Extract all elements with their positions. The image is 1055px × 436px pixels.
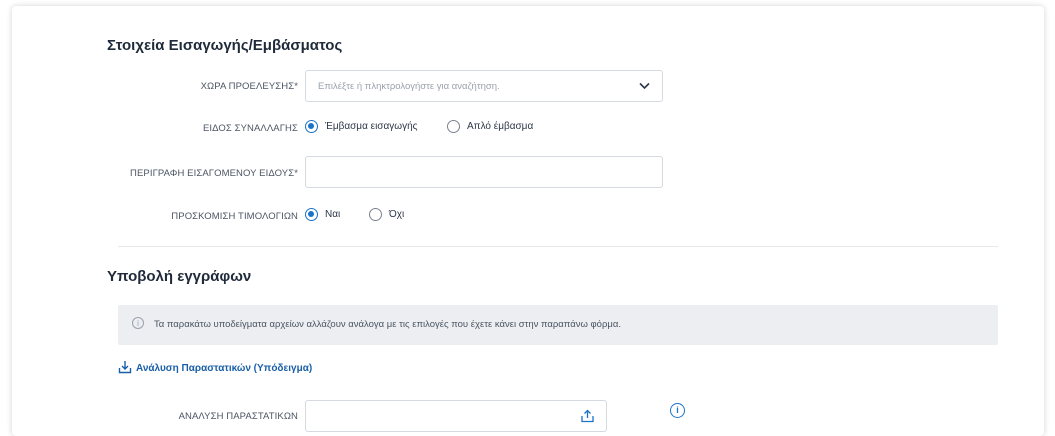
radio-selected-icon [305,120,318,133]
radio-simple-remittance[interactable]: Απλό έμβασμα [447,120,533,133]
country-placeholder: Επιλέξτε ή πληκτρολογήστε για αναζήτηση. [318,81,500,92]
radio-simple-remittance-label: Απλό έμβασμα [467,121,534,132]
template-download-link[interactable]: Ανάλυση Παραστατικών (Υπόδειγμα) [136,363,312,374]
section-divider [118,246,998,247]
radio-invoices-yes-label: Ναι [325,209,341,220]
invoices-label: ΠΡΟΣΚΟΜΙΣΗ ΤΙΜΟΛΟΓΙΩΝ [171,211,298,222]
description-label: ΠΕΡΙΓΡΑΦΗ ΕΙΣΑΓΟΜΕΝΟΥ ΕΙΔΟΥΣ* [130,168,298,179]
country-label: ΧΩΡΑ ΠΡΟΕΛΕΥΣΗΣ* [200,81,298,92]
transaction-type-label: ΕΙΔΟΣ ΣΥΝΑΛΛΑΓΗΣ [202,123,298,134]
upload-label: ΑΝΑΛΥΣΗ ΠΑΡΑΣΤΑΤΙΚΩΝ [178,411,298,422]
radio-selected-icon [305,208,318,221]
radio-invoices-no[interactable]: Όχι [369,208,404,221]
chevron-down-icon[interactable] [639,82,650,90]
radio-invoices-yes[interactable]: Ναι [305,208,340,221]
upload-input[interactable] [305,400,607,432]
section-title-import-details: Στοιχεία Εισαγωγής/Εμβάσματος [107,37,343,54]
info-banner: i Τα παρακάτω υποδείγματα αρχείων αλλάζο… [118,305,998,345]
download-icon[interactable] [118,360,132,374]
info-banner-text: Τα παρακάτω υποδείγματα αρχείων αλλάζουν… [154,319,621,330]
section-title-documents: Υποβολή εγγράφων [107,268,252,285]
radio-invoices-no-label: Όχι [389,209,405,220]
radio-import-remittance-label: Έμβασμα εισαγωγής [325,121,418,132]
info-icon: i [132,317,144,329]
radio-unselected-icon [369,208,382,221]
help-info-icon[interactable]: i [670,403,685,418]
upload-icon[interactable] [581,409,594,423]
radio-unselected-icon [447,120,460,133]
country-select[interactable]: Επιλέξτε ή πληκτρολογήστε για αναζήτηση. [305,70,663,102]
description-input[interactable] [305,156,663,188]
radio-import-remittance[interactable]: Έμβασμα εισαγωγής [305,120,417,133]
